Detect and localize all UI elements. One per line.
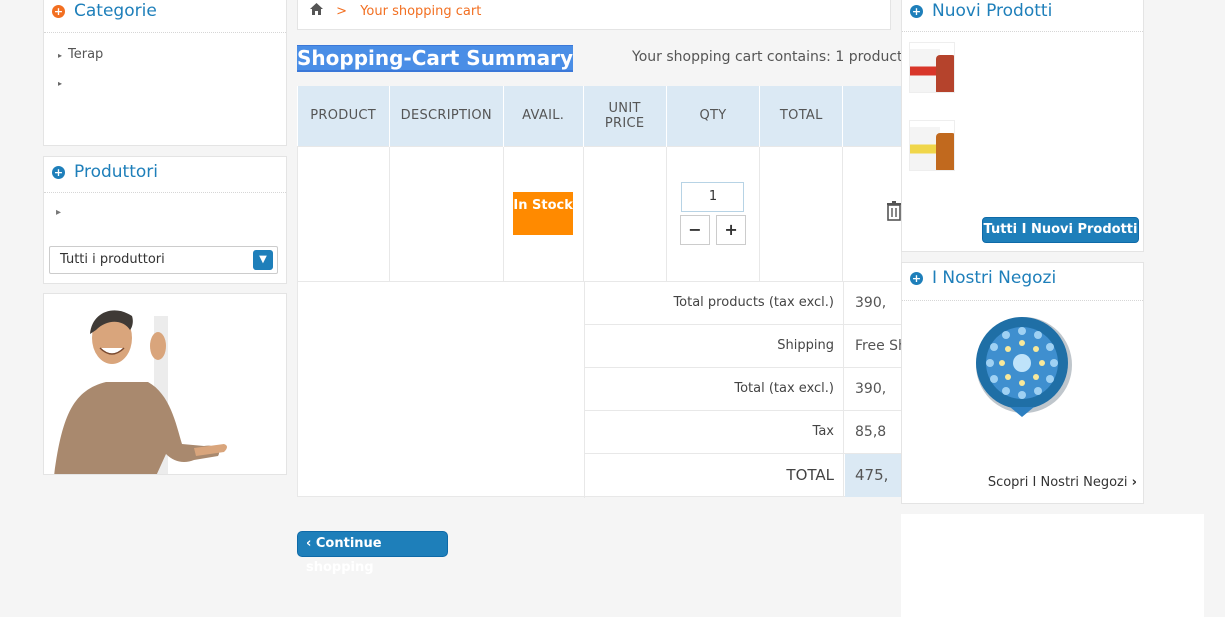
quantity-input[interactable]: 1	[681, 182, 745, 212]
chevron-down-icon[interactable]: ▼	[253, 250, 273, 270]
nuovi-prodotti-block: + Nuovi Prodotti Tutti I Nuovi Prodotti	[901, 0, 1144, 252]
cart-count-text: Your shopping cart contains: 1 product	[632, 49, 903, 65]
page-title: Shopping-Cart Summary	[297, 45, 574, 72]
plus-circle-icon[interactable]: +	[52, 5, 65, 18]
cart-table-header-row: PRODUCT DESCRIPTION AVAIL. UNIT PRICE QT…	[297, 86, 902, 146]
cart-table: PRODUCT DESCRIPTION AVAIL. UNIT PRICE QT…	[297, 86, 902, 282]
cell-description	[388, 145, 504, 282]
cell-product	[297, 145, 390, 282]
negozi-title: + I Nostri Negozi	[902, 267, 1143, 301]
produttori-select-value: Tutti i produttori	[60, 252, 165, 267]
produttori-select[interactable]: Tutti i produttori ▼	[49, 246, 278, 274]
status-badge: In Stock	[513, 192, 574, 235]
chevron-left-icon: ‹	[306, 536, 312, 551]
plus-circle-icon[interactable]: +	[910, 5, 923, 18]
negozi-block: + I Nostri Negozi Scopri I Nostri Negozi…	[901, 262, 1144, 504]
plus-circle-icon[interactable]: +	[910, 272, 923, 285]
man-pointing-illustration	[44, 294, 286, 474]
category-item[interactable]: ▸	[58, 75, 286, 90]
home-icon[interactable]	[310, 3, 327, 19]
breadcrumb-separator: >	[336, 4, 348, 19]
trash-icon[interactable]	[887, 201, 901, 226]
cell-qty: 1 − +	[665, 145, 761, 282]
table-row: In Stock 1 − +	[297, 145, 902, 282]
col-header-description: DESCRIPTION	[389, 86, 504, 146]
categorie-title: + Categorie	[44, 0, 286, 33]
empty-block	[901, 514, 1204, 617]
col-header-product: PRODUCT	[297, 86, 390, 146]
total-products-row: Total products (tax excl.) 390,	[585, 282, 903, 325]
product-thumbnail[interactable]	[909, 42, 955, 93]
col-header-qty: QTY	[666, 86, 761, 146]
chevron-right-icon: ›	[1131, 475, 1137, 490]
increase-qty-button[interactable]: +	[716, 215, 747, 245]
plus-circle-icon[interactable]: +	[52, 166, 65, 179]
tax-row: Tax 85,8	[585, 411, 903, 454]
category-item[interactable]: ▸ Terap	[58, 47, 286, 62]
cell-total	[759, 145, 844, 282]
quantity-stepper: − +	[667, 215, 760, 245]
all-new-products-button[interactable]: Tutti I Nuovi Prodotti	[982, 217, 1139, 243]
produttori-block: + Produttori ▸ Tutti i produttori ▼	[43, 156, 287, 284]
caret-right-icon: ▸	[58, 79, 63, 88]
promo-banner[interactable]	[43, 293, 287, 475]
product-thumbnail[interactable]	[909, 120, 955, 171]
caret-right-icon: ▸	[58, 51, 63, 60]
total-tax-excl-row: Total (tax excl.) 390,	[585, 368, 903, 411]
cart-totals: Total products (tax excl.) 390, Shipping…	[297, 281, 903, 498]
breadcrumb-current: Your shopping cart	[360, 4, 482, 19]
categorie-block: + Categorie ▸ Terap ▸	[43, 0, 287, 146]
col-header-delete	[842, 86, 902, 146]
cell-delete	[842, 145, 902, 282]
continue-shopping-button[interactable]: ‹ Continue shopping	[297, 531, 448, 575]
grand-total-row: TOTAL 475,	[585, 454, 903, 497]
produttori-title: + Produttori	[44, 161, 286, 193]
breadcrumb: > Your shopping cart	[297, 0, 891, 30]
col-header-total: TOTAL	[759, 86, 844, 146]
discover-stores-link[interactable]: Scopri I Nostri Negozi ›	[988, 475, 1137, 490]
category-list: ▸ Terap ▸	[44, 33, 286, 90]
produttori-list: ▸	[56, 207, 62, 218]
totals-spacer	[298, 282, 585, 498]
cell-avail: In Stock	[502, 145, 584, 282]
col-header-avail: AVAIL.	[503, 86, 584, 146]
shipping-row: Shipping Free Sh	[585, 325, 903, 368]
decrease-qty-button[interactable]: −	[679, 215, 710, 245]
categorie-title-text: Categorie	[74, 1, 157, 21]
col-header-unit-price: UNIT PRICE	[583, 86, 667, 146]
cell-unit-price	[582, 145, 667, 282]
produttori-title-text: Produttori	[74, 162, 158, 182]
nuovi-prodotti-title: + Nuovi Prodotti	[902, 0, 1143, 32]
store-logo[interactable]	[974, 317, 1074, 417]
